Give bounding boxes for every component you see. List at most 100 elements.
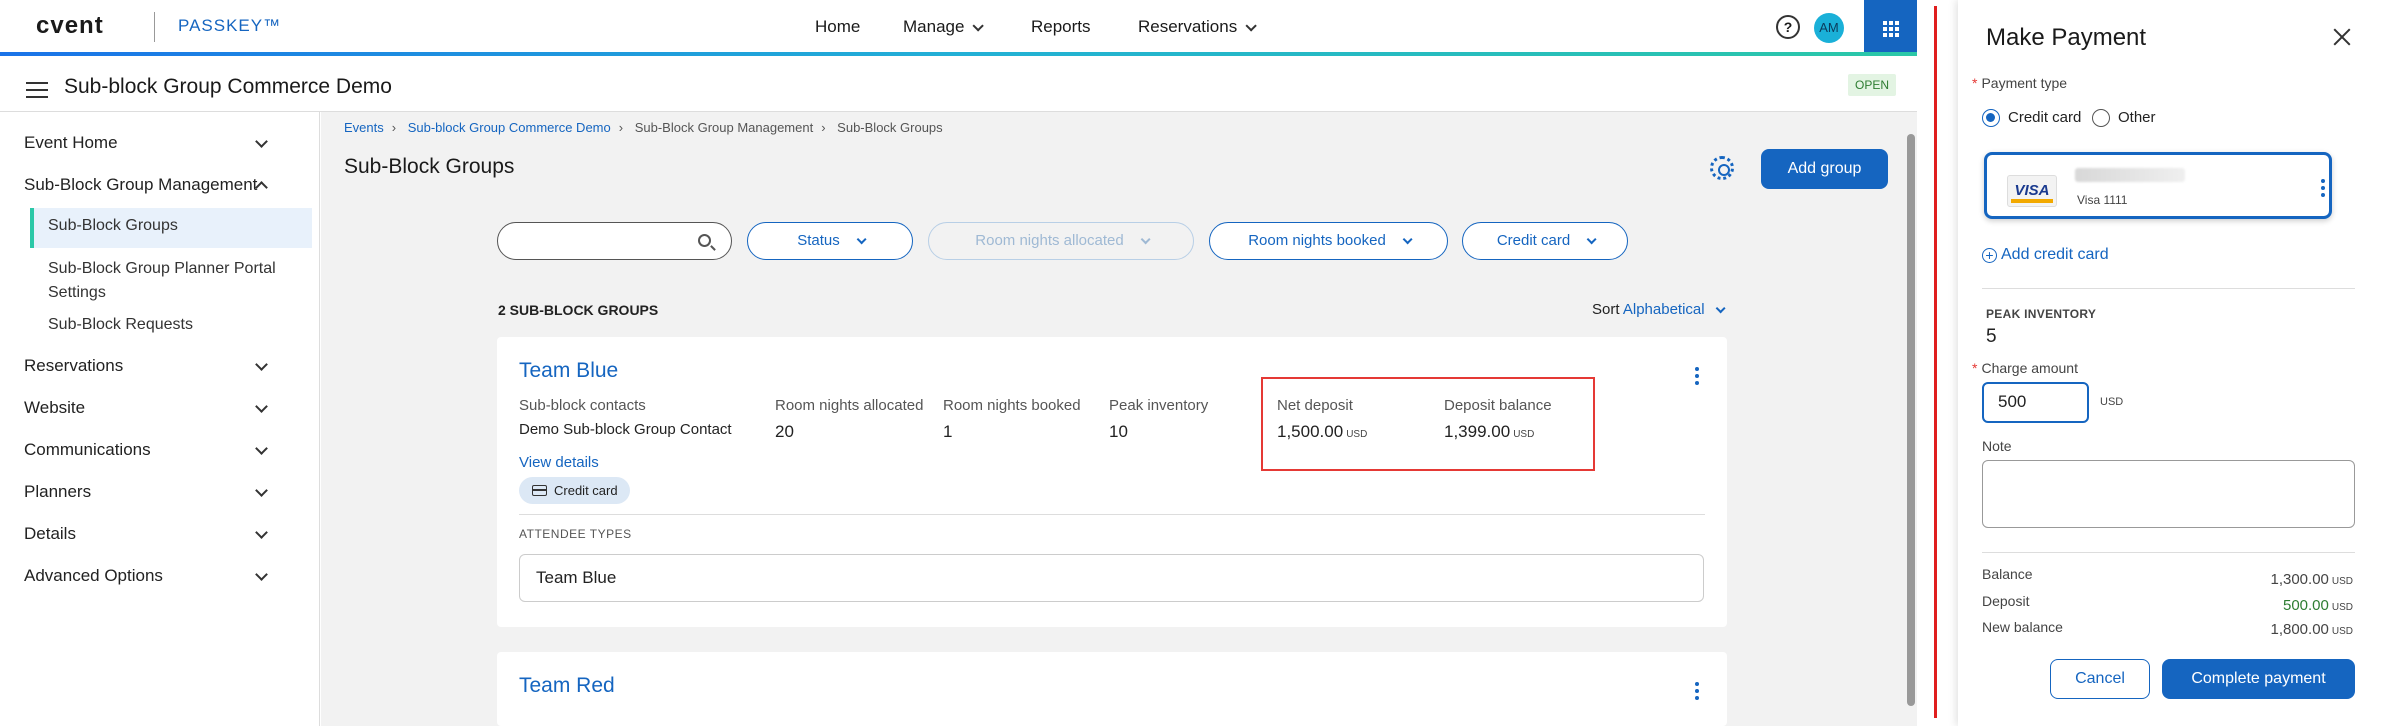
- allocated-value: 20: [775, 422, 794, 441]
- logo-divider: [154, 12, 155, 42]
- breadcrumb-separator: ›: [821, 120, 826, 135]
- search-input[interactable]: [497, 222, 732, 260]
- charge-currency: USD: [2100, 396, 2124, 408]
- saved-credit-card[interactable]: VISA Visa 1111: [1984, 152, 2332, 219]
- sidebar-item-label: Sub-Block Group Management: [24, 175, 258, 194]
- status-badge: OPEN: [1848, 74, 1897, 96]
- filter-label: Credit card: [1496, 232, 1571, 249]
- sidebar-item-planners[interactable]: Planners: [24, 482, 296, 502]
- breadcrumb-separator: ›: [391, 120, 397, 135]
- nav-reports[interactable]: Reports: [1031, 17, 1091, 37]
- sidebar-item-label: Planners: [24, 482, 92, 501]
- cancel-button[interactable]: Cancel: [2050, 659, 2150, 699]
- panel-title: Make Payment: [1986, 24, 2147, 51]
- breadcrumb-event[interactable]: Sub-block Group Commerce Demo: [408, 120, 611, 135]
- attendee-types-label: ATTENDEE TYPES: [519, 527, 632, 541]
- note-textarea[interactable]: [1982, 460, 2355, 528]
- group-name-link[interactable]: Team Red: [519, 674, 615, 698]
- nav-manage-label: Manage: [903, 17, 965, 36]
- sidebar-item-label: Sub-Block Requests: [48, 316, 193, 333]
- sidebar-item-advanced-options[interactable]: Advanced Options: [24, 566, 296, 586]
- label-text: Payment type: [1981, 75, 2068, 91]
- gear-icon[interactable]: [1710, 156, 1734, 180]
- add-group-button[interactable]: Add group: [1761, 149, 1888, 189]
- sidebar-item-reservations[interactable]: Reservations: [24, 356, 296, 376]
- more-options-icon[interactable]: [2321, 179, 2325, 200]
- peak-value: 10: [1109, 422, 1128, 441]
- chevron-down-icon: [255, 358, 268, 371]
- sidebar-item-label: Details: [24, 524, 76, 543]
- view-details-link[interactable]: View details: [519, 454, 599, 471]
- divider: [1982, 288, 2355, 289]
- avatar[interactable]: AM: [1814, 13, 1844, 43]
- sidebar-item-details[interactable]: Details: [24, 524, 296, 544]
- sidebar-item-label: Sub-Block Group Planner Portal Settings: [48, 260, 276, 301]
- deposit-balance-value: 1,399.00 USD: [1444, 422, 1534, 442]
- sidebar-item-subblock-groups[interactable]: Sub-Block Groups: [48, 217, 178, 235]
- nav-reports-label: Reports: [1031, 17, 1091, 36]
- cardholder-name-redacted: [2075, 168, 2185, 182]
- filter-label: Room nights allocated: [975, 232, 1124, 249]
- charge-amount-input[interactable]: 500: [1982, 382, 2089, 423]
- room-nights-allocated-filter: Room nights allocated: [928, 222, 1194, 260]
- filter-label: Room nights booked: [1248, 232, 1386, 249]
- sidebar-item-planner-portal-settings[interactable]: Sub-Block Group Planner Portal Settings: [48, 257, 298, 305]
- complete-payment-button[interactable]: Complete payment: [2162, 659, 2355, 699]
- sort-label: Sort: [1592, 301, 1620, 318]
- chevron-down-icon: [1586, 234, 1597, 245]
- scrollbar-thumb[interactable]: [1907, 134, 1915, 706]
- cvent-logo[interactable]: cvent: [36, 12, 104, 40]
- help-icon[interactable]: ?: [1776, 15, 1800, 39]
- group-name-link[interactable]: Team Blue: [519, 359, 618, 383]
- sidebar-item-label: Website: [24, 398, 86, 417]
- credit-card-filter[interactable]: Credit card: [1462, 222, 1628, 260]
- currency: USD: [1513, 429, 1535, 440]
- contact-name: Demo Sub-block Group Contact: [519, 421, 732, 438]
- sort-value: Alphabetical: [1622, 301, 1705, 318]
- nav-reservations[interactable]: Reservations: [1138, 17, 1257, 37]
- allocated-label: Room nights allocated: [775, 397, 924, 414]
- badge-label: Credit card: [554, 483, 618, 498]
- label-text: Charge amount: [1981, 360, 2078, 376]
- group-count: 2 SUB-BLOCK GROUPS: [498, 302, 659, 318]
- more-options-icon[interactable]: [1695, 682, 1699, 700]
- more-options-icon[interactable]: [1695, 367, 1699, 385]
- sidebar-item-subblock-requests[interactable]: Sub-Block Requests: [48, 316, 193, 334]
- chevron-down-icon: [255, 526, 268, 539]
- net-deposit-value: 1,500.00 USD: [1277, 422, 1367, 442]
- other-radio[interactable]: [2092, 109, 2110, 127]
- sort-dropdown[interactable]: Sort Alphabetical: [1592, 301, 1726, 318]
- add-credit-card-link[interactable]: + Add credit card: [1982, 246, 2109, 264]
- sidebar-item-communications[interactable]: Communications: [24, 440, 296, 460]
- sidebar-item-event-home[interactable]: Event Home: [24, 133, 296, 153]
- amount: 1,300.00: [2270, 571, 2329, 588]
- note-label: Note: [1982, 438, 2012, 454]
- close-icon[interactable]: [2331, 26, 2353, 48]
- chevron-down-icon: [1140, 234, 1151, 245]
- nav-home[interactable]: Home: [815, 17, 860, 37]
- credit-card-radio[interactable]: [1982, 109, 2000, 127]
- menu-icon[interactable]: [26, 82, 48, 98]
- new-balance-label: New balance: [1982, 619, 2063, 635]
- sidebar-item-subblock-management[interactable]: Sub-Block Group Management: [24, 175, 296, 195]
- sidebar-item-website[interactable]: Website: [24, 398, 296, 418]
- room-nights-booked-filter[interactable]: Room nights booked: [1209, 222, 1448, 260]
- group-card: Team Red: [497, 652, 1727, 726]
- chevron-down-icon: [1402, 234, 1413, 245]
- nav-reservations-label: Reservations: [1138, 17, 1238, 36]
- contacts-label: Sub-block contacts: [519, 397, 646, 414]
- status-filter[interactable]: Status: [747, 222, 913, 260]
- balance-label: Balance: [1982, 566, 2033, 582]
- credit-card-icon: [532, 485, 547, 496]
- sidebar-item-label: Advanced Options: [24, 566, 163, 585]
- page-title: Sub-Block Groups: [344, 155, 515, 178]
- breadcrumb-events[interactable]: Events: [344, 120, 384, 135]
- app-switcher-button[interactable]: [1864, 0, 1917, 56]
- visa-logo: VISA: [2007, 175, 2057, 207]
- event-header: Sub-block Group Commerce Demo OPEN: [0, 62, 1917, 112]
- peak-label: Peak inventory: [1109, 397, 1209, 414]
- nav-manage[interactable]: Manage: [903, 17, 985, 37]
- apps-grid-icon: [1883, 21, 1899, 37]
- peak-inventory-value: 5: [1986, 326, 1997, 347]
- chevron-down-icon: [856, 234, 867, 245]
